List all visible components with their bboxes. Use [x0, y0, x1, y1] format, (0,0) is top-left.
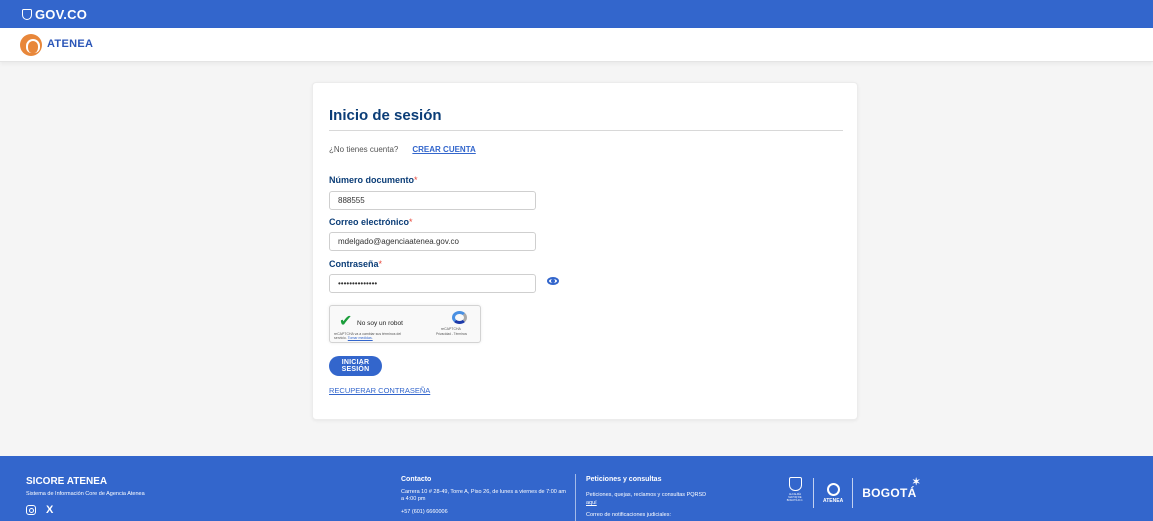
footer-subtitle: Sistema de Información Core de Agencia A… [26, 491, 145, 497]
captcha-label: No soy un robot [357, 320, 403, 327]
contact-phone: +57 (601) 6660006 [401, 509, 448, 515]
title-divider [329, 130, 843, 131]
contact-address: Carrera 10 # 28-49, Torre A, Piso 26, de… [401, 489, 566, 503]
social-links: X [26, 505, 53, 516]
captcha-checkmark-icon[interactable]: ✔ [339, 314, 352, 330]
bogota-logo: BOGOTÁ ✶ [862, 477, 920, 500]
page-title: Inicio de sesión [329, 107, 442, 124]
document-label: Número documento* [329, 175, 418, 185]
contact-title: Contacto [401, 476, 432, 483]
brand-header: ATENEA [0, 28, 1153, 62]
atenea-logo-icon[interactable] [20, 33, 42, 56]
login-card: Inicio de sesión ¿No tienes cuenta? CREA… [312, 82, 858, 420]
recaptcha-widget: ✔ No soy un robot reCAPTCHA va a cambiar… [329, 305, 481, 343]
captcha-terms-link[interactable]: Tomar medidas. [348, 336, 373, 340]
recaptcha-logo-icon [452, 311, 467, 324]
no-account-text: ¿No tienes cuenta? [329, 145, 399, 154]
judicial-mail-text: Correo de notificaciones judiciales: [586, 512, 671, 518]
brand-name: ATENEA [47, 37, 94, 50]
atenea-logo-text: ATENEA [47, 37, 94, 51]
bogota-star-icon: ✶ [911, 477, 921, 488]
recaptcha-privacy-links[interactable]: Privacidad - Términos [436, 332, 467, 336]
bogota-logo-text: BOGOTÁ [862, 486, 917, 500]
alcaldia-logo: ALCALDÍA MAYOR DE BOGOTÁ D.C. [786, 477, 804, 509]
recaptcha-brand: reCAPTCHA [441, 327, 461, 331]
required-marker: * [409, 217, 413, 227]
document-label-text: Número documento [329, 175, 415, 185]
alcaldia-crest-icon [788, 477, 802, 491]
footer-title: SICORE ATENEA [26, 476, 108, 487]
petitions-text: Peticiones, quejas, reclamos y consultas… [586, 492, 707, 498]
x-twitter-icon[interactable]: X [46, 505, 53, 516]
gov-co-bar: GOV.CO [0, 0, 1153, 28]
required-marker: * [414, 175, 418, 185]
gov-shield-icon [22, 8, 32, 20]
atenea-ring-icon [826, 482, 840, 496]
document-input[interactable]: 888555 [329, 191, 536, 210]
logo-separator [813, 478, 814, 508]
gov-co-logo[interactable]: GOV.CO [22, 7, 87, 22]
petitions-title: Peticiones y consultas [586, 476, 662, 483]
password-label-text: Contraseña [329, 259, 379, 269]
email-label-text: Correo electrónico [329, 217, 410, 227]
email-label: Correo electrónico* [329, 217, 413, 227]
petitions-link[interactable]: aquí [586, 500, 597, 506]
password-label: Contraseña* [329, 259, 382, 269]
captcha-fine-print: reCAPTCHA va a cambiar sus términos del … [334, 332, 404, 341]
alcaldia-logo-text: ALCALDÍA MAYOR DE BOGOTÁ D.C. [786, 493, 804, 502]
gov-co-text: GOV.CO [35, 6, 88, 22]
instagram-icon[interactable] [26, 505, 36, 515]
required-marker: * [378, 259, 383, 269]
atenea-footer-logo: ATENEA [823, 482, 844, 504]
atenea-footer-logo-text: ATENEA [823, 497, 844, 504]
recover-password-link[interactable]: RECUPERAR CONTRASEÑA [329, 386, 430, 395]
site-footer: SICORE ATENEA Sistema de Información Cor… [0, 456, 1153, 521]
no-account-row: ¿No tienes cuenta? CREAR CUENTA [329, 145, 476, 154]
logo-separator [852, 478, 854, 508]
footer-divider [575, 474, 576, 521]
show-password-eye-icon[interactable] [547, 277, 559, 285]
login-button[interactable]: INICIAR SESIÓN [329, 356, 382, 376]
email-field[interactable]: mdelgado@agenciaatenea.gov.co [329, 232, 536, 251]
password-field[interactable]: •••••••••••••• [329, 274, 536, 293]
create-account-link[interactable]: CREAR CUENTA [412, 145, 475, 154]
footer-logos: ALCALDÍA MAYOR DE BOGOTÁ D.C. ATENEA BOG… [786, 474, 920, 512]
